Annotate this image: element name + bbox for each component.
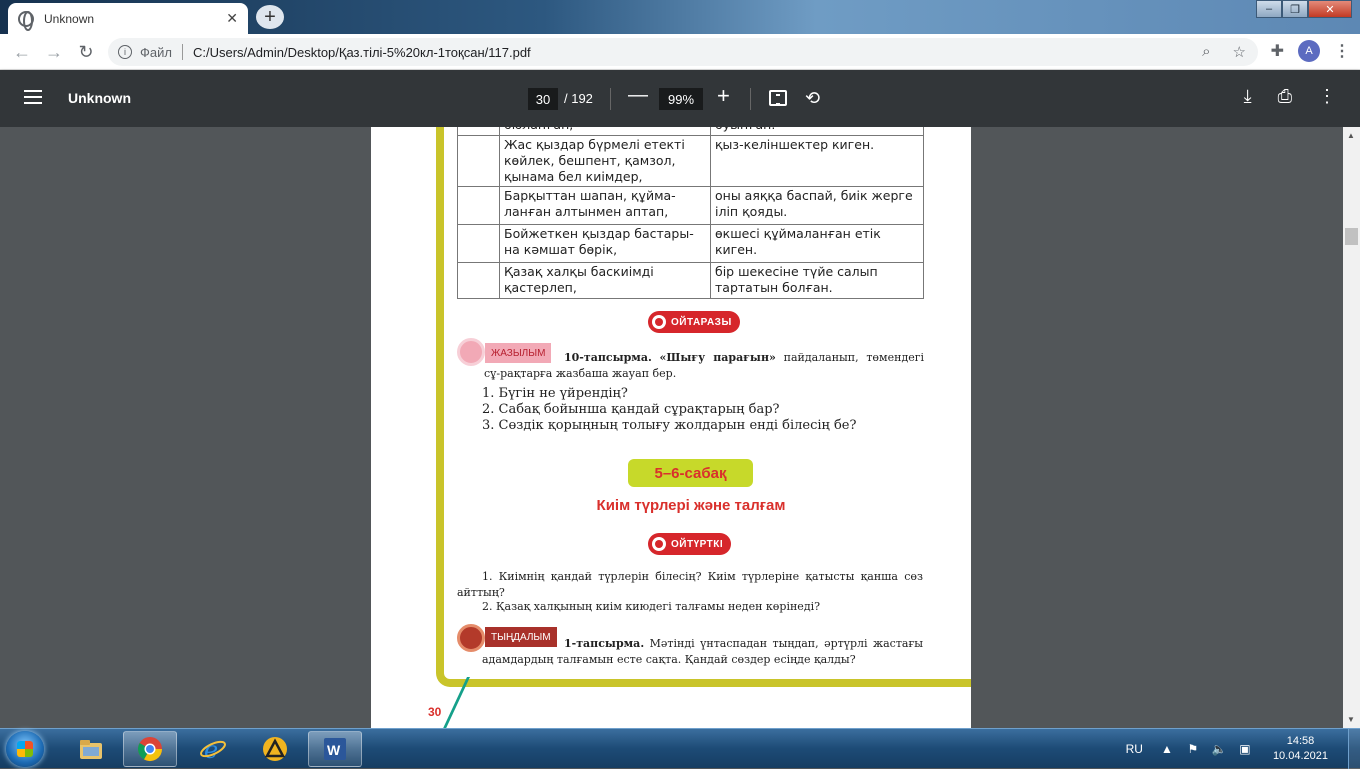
reload-icon[interactable]: ↻ xyxy=(74,40,98,64)
list-item: 1. Бүгін не үйрендің? xyxy=(482,386,628,401)
system-tray: RU ▲ ⚑ 🔈 ▣ 14:58 10.04.2021 xyxy=(1126,729,1360,769)
show-desktop-button[interactable] xyxy=(1348,729,1360,769)
extensions-icon[interactable]: ✚ xyxy=(1271,41,1284,61)
list-item: 3. Сөздік қорыңның толығу жолдарын енді … xyxy=(482,418,857,433)
head-icon xyxy=(652,537,666,551)
maximize-button[interactable]: ❐ xyxy=(1282,0,1308,18)
vertical-scrollbar[interactable]: ▲ ▼ xyxy=(1343,127,1360,728)
taskbar: e W RU ▲ ⚑ 🔈 ▣ 14:58 10.04.2021 xyxy=(0,728,1360,769)
language-indicator[interactable]: RU xyxy=(1126,742,1143,756)
pdf-title: Unknown xyxy=(68,90,131,106)
back-arrow-icon[interactable]: ← xyxy=(10,40,34,64)
table-row: Жас қыздар бүрмелі етекті көйлек, бешпен… xyxy=(457,135,924,187)
prompt-1: 1. Киімнің қандай түрлерін білесің? Киім… xyxy=(457,570,923,599)
download-icon[interactable]: ⤓ xyxy=(1244,86,1252,107)
oiturtki-badge: ОЙТҮРТКІ xyxy=(648,533,732,555)
task1-text: 1-тапсырма. Мәтінді үнтаспадан тыңдап, ә… xyxy=(482,637,923,666)
menu-icon[interactable] xyxy=(24,90,42,104)
list-item: 2. Сабақ бойынша қандай сұрақтарың бар? xyxy=(482,402,780,417)
fit-to-page-icon[interactable] xyxy=(769,90,787,106)
prompt-2: 2. Қазақ халқының киім киюдегі талғамы н… xyxy=(482,600,821,613)
zoom-lens-icon[interactable]: ⌕ xyxy=(1202,43,1210,61)
svg-text:e: e xyxy=(204,736,218,763)
taskbar-explorer[interactable] xyxy=(64,731,118,767)
address-divider xyxy=(181,44,183,60)
taskbar-word[interactable]: W xyxy=(308,731,362,767)
forward-arrow-icon[interactable]: → xyxy=(42,40,66,64)
zoom-out-icon[interactable]: — xyxy=(628,84,648,107)
volume-icon[interactable]: 🔈 xyxy=(1211,741,1227,757)
clock-date: 10.04.2021 xyxy=(1272,750,1328,762)
pdf-page: бюланған, буынған. Жас қыздар бүрмелі ет… xyxy=(371,127,971,728)
oitarazy-badge: ОЙТАРАЗЫ xyxy=(648,311,740,333)
table-row: Барқыттан шапан, құйма-ланған алтынмен а… xyxy=(457,186,924,225)
table-row: Қазақ халқы баскиімді қастерлеп, бір шек… xyxy=(457,262,924,299)
address-scheme: Файл xyxy=(140,44,172,60)
taskbar-ie[interactable]: e xyxy=(186,731,240,767)
lesson-number: 5–6-сабақ xyxy=(628,459,753,487)
browser-menu-icon[interactable]: ⋮ xyxy=(1334,41,1350,61)
pdf-toolbar: Unknown 30 / 192 — 99% + ⟲ ⤓ ⎙ ⋮ xyxy=(0,70,1360,127)
page-total: / 192 xyxy=(564,91,593,106)
taskbar-chrome[interactable] xyxy=(123,731,177,767)
globe-icon xyxy=(18,10,34,31)
address-bar[interactable]: i Файл C:/Users/Admin/Desktop/Қаз.тілі-5… xyxy=(108,38,1258,66)
toolbar-divider xyxy=(610,88,611,110)
folder-icon xyxy=(80,740,102,759)
action-center-icon[interactable]: ⚑ xyxy=(1185,741,1201,757)
tab-close-icon[interactable]: ✕ xyxy=(226,10,238,27)
new-tab-button[interactable]: + xyxy=(256,5,284,29)
word-icon: W xyxy=(324,738,346,760)
pdf-document-area[interactable]: бюланған, буынған. Жас қыздар бүрмелі ет… xyxy=(0,127,1343,728)
browser-toolbar: ← → ↻ i Файл C:/Users/Admin/Desktop/Қаз.… xyxy=(0,34,1360,70)
tab-title: Unknown xyxy=(44,11,95,26)
close-window-button[interactable]: ✕ xyxy=(1308,0,1352,18)
listening-icon xyxy=(457,624,485,652)
word-match-table: бюланған, буынған. Жас қыздар бүрмелі ет… xyxy=(457,127,924,299)
head-icon xyxy=(652,315,666,329)
minimize-button[interactable]: – xyxy=(1256,0,1282,18)
scroll-down-icon[interactable]: ▼ xyxy=(1347,715,1355,724)
clock-time: 14:58 xyxy=(1286,735,1315,747)
clock[interactable]: 14:58 10.04.2021 xyxy=(1273,734,1328,764)
info-icon[interactable]: i xyxy=(118,45,132,59)
chrome-icon xyxy=(137,737,162,762)
toolbar-divider xyxy=(750,88,751,110)
tray-expand-icon[interactable]: ▲ xyxy=(1159,741,1175,757)
tab-strip: Unknown ✕ + – ❐ ✕ xyxy=(0,0,1360,34)
zoom-in-icon[interactable]: + xyxy=(717,83,730,109)
address-url[interactable]: C:/Users/Admin/Desktop/Қаз.тілі-5%20кл-1… xyxy=(193,45,531,60)
profile-avatar[interactable]: A xyxy=(1298,40,1320,62)
taskbar-app[interactable] xyxy=(248,731,302,767)
questions-list: 1. Бүгін не үйрендің? 2. Сабақ бойынша қ… xyxy=(482,386,856,434)
notebook-icon xyxy=(457,338,485,366)
triangle-app-icon xyxy=(263,737,287,761)
task10-text: 10-тапсырма. «Шығу парағын» пайдаланып, … xyxy=(484,351,925,380)
window-controls: – ❐ ✕ xyxy=(1256,0,1352,18)
print-icon[interactable]: ⎙ xyxy=(1278,86,1292,107)
scroll-up-icon[interactable]: ▲ xyxy=(1347,131,1355,140)
lesson-title: Киім түрлері және талғам xyxy=(596,497,786,514)
scrollbar-thumb[interactable] xyxy=(1345,228,1358,245)
page-number: 30 xyxy=(428,705,442,719)
more-options-icon[interactable]: ⋮ xyxy=(1318,86,1336,107)
table-row: Бойжеткен қыздар бастары-на кәмшат бөрік… xyxy=(457,224,924,263)
start-button[interactable] xyxy=(6,731,44,767)
rotate-icon[interactable]: ⟲ xyxy=(805,88,820,109)
page-number-input[interactable]: 30 xyxy=(528,88,558,110)
browser-tab[interactable]: Unknown ✕ xyxy=(8,3,248,34)
network-icon[interactable]: ▣ xyxy=(1237,741,1253,757)
internet-explorer-icon: e xyxy=(200,736,226,763)
bookmark-star-icon[interactable]: ☆ xyxy=(1233,43,1246,61)
svg-text:W: W xyxy=(327,742,341,758)
table-row: бюланған, буынған. xyxy=(457,127,924,136)
zoom-input[interactable]: 99% xyxy=(659,88,703,110)
